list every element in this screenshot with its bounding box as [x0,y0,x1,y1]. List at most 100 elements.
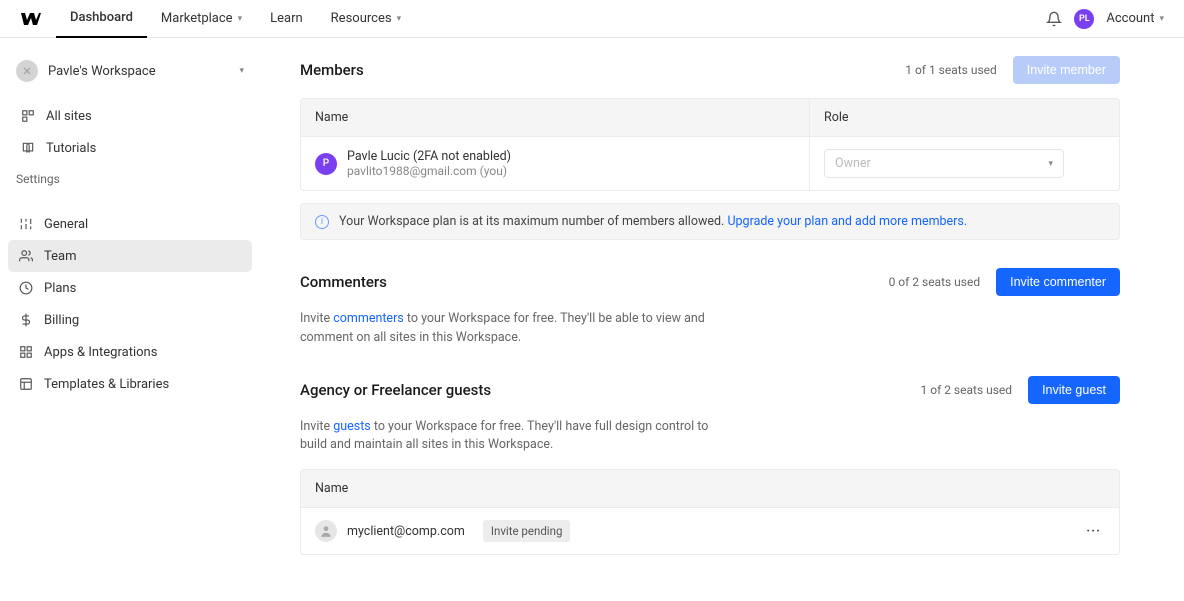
member-row: P Pavle Lucic (2FA not enabled) pavlito1… [301,137,1119,190]
sidebar-primary-group: All sites Tutorials [8,100,252,164]
notifications-icon[interactable] [1046,11,1062,27]
guests-header-right: 1 of 2 seats used Invite guest [921,376,1121,404]
guests-header: Agency or Freelancer guests 1 of 2 seats… [300,376,1120,404]
nav-label: Learn [270,11,303,26]
sidebar-item-label: All sites [46,109,92,124]
desc-pre: Invite [300,419,333,434]
commenters-seats: 0 of 2 seats used [889,275,981,289]
sidebar-item-apps[interactable]: Apps & Integrations [8,336,252,368]
members-title: Members [300,61,364,79]
member-text: Pavle Lucic (2FA not enabled) pavlito198… [347,149,511,178]
sidebar-item-billing[interactable]: Billing [8,304,252,336]
dollar-icon [18,312,34,328]
members-seats: 1 of 1 seats used [905,63,997,77]
nav-marketplace[interactable]: Marketplace▾ [147,0,256,38]
sliders-icon [18,216,34,232]
sidebar-item-label: General [44,217,88,232]
commenters-description: Invite commenters to your Workspace for … [300,310,730,348]
role-select[interactable]: Owner ▾ [824,149,1064,178]
sidebar-item-label: Apps & Integrations [44,345,157,360]
invite-status-chip: Invite pending [483,520,571,542]
dashboard-icon [20,108,36,124]
member-avatar: P [315,153,337,175]
account-menu[interactable]: Account ▾ [1106,11,1164,26]
topbar-left: Dashboard Marketplace▾ Learn Resources ▾ [20,0,415,38]
guest-avatar-icon [315,520,337,542]
chevron-down-icon: ▾ [1048,159,1053,169]
commenters-header: Commenters 0 of 2 seats used Invite comm… [300,268,1120,296]
sidebar-item-label: Billing [44,313,79,328]
guest-row: myclient@comp.com Invite pending ··· [301,508,1119,554]
member-you: (you) [480,164,507,178]
guest-row-actions[interactable]: ··· [1068,524,1119,539]
plan-limit-banner: i Your Workspace plan is at its maximum … [300,203,1120,240]
avatar-initials: PL [1079,14,1090,24]
invite-guest-button[interactable]: Invite guest [1028,376,1120,404]
nav-learn[interactable]: Learn [256,0,317,38]
guest-cell: myclient@comp.com Invite pending [301,508,1068,554]
member-name: Pavle Lucic [347,149,410,164]
sidebar-item-general[interactable]: General [8,208,252,240]
members-header: Members 1 of 1 seats used Invite member [300,56,1120,84]
sidebar: Pavle's Workspace ▾ All sites Tutorials … [0,38,260,601]
banner-text: Your Workspace plan is at its maximum nu… [339,214,967,229]
guests-table-head: Name [301,470,1119,508]
workspace-selector[interactable]: Pavle's Workspace ▾ [8,56,252,86]
guests-seats: 1 of 2 seats used [921,383,1013,397]
guests-link[interactable]: guests [333,419,371,434]
col-header-role: Role [809,99,1119,136]
nav-resources[interactable]: Resources ▾ [317,0,415,38]
col-header-name: Name [301,99,809,136]
main-content: Members 1 of 1 seats used Invite member … [260,38,1160,601]
sidebar-item-templates[interactable]: Templates & Libraries [8,368,252,400]
guests-title: Agency or Freelancer guests [300,381,491,399]
desc-pre: Invite [300,311,333,326]
users-icon [18,248,34,264]
sidebar-item-tutorials[interactable]: Tutorials [10,132,252,164]
sidebar-item-all-sites[interactable]: All sites [10,100,252,132]
commenters-section: Commenters 0 of 2 seats used Invite comm… [300,268,1120,348]
workspace-name: Pavle's Workspace [48,64,229,79]
sidebar-item-plans[interactable]: Plans [8,272,252,304]
member-name-cell: P Pavle Lucic (2FA not enabled) pavlito1… [301,137,809,190]
invite-member-button[interactable]: Invite member [1013,56,1120,84]
commenters-link[interactable]: commenters [333,311,404,326]
member-role-cell: Owner ▾ [809,137,1119,190]
book-icon [20,140,36,156]
chevron-down-icon: ▾ [238,14,243,24]
chevron-down-icon: ▾ [397,14,402,24]
member-tfa: (2FA not enabled) [413,149,511,164]
members-header-right: 1 of 1 seats used Invite member [905,56,1120,84]
invite-commenter-button[interactable]: Invite commenter [996,268,1120,296]
upgrade-plan-link[interactable]: Upgrade your plan and add more members. [727,214,967,229]
member-avatar-letter: P [323,158,329,169]
webflow-logo-icon[interactable] [20,8,42,30]
banner-message: Your Workspace plan is at its maximum nu… [339,214,724,229]
nav-label: Dashboard [70,10,133,25]
sidebar-settings-group: General Team Plans Billing Apps & Integr… [8,208,252,400]
guest-email: myclient@comp.com [347,524,465,539]
member-email-line: pavlito1988@gmail.com (you) [347,164,511,178]
chevron-down-icon: ▾ [1159,14,1164,24]
sidebar-item-label: Plans [44,281,76,296]
members-table-head: Name Role [301,99,1119,137]
sidebar-heading-settings: Settings [8,164,252,194]
sidebar-item-label: Tutorials [46,141,96,156]
user-avatar[interactable]: PL [1074,9,1094,29]
nav-label: Resources [331,11,392,26]
sidebar-item-label: Team [44,249,77,264]
members-table: Name Role P Pavle Lucic (2FA not enabled… [300,98,1120,191]
commenters-header-right: 0 of 2 seats used Invite commenter [889,268,1120,296]
topbar-right: PL Account ▾ [1046,9,1164,29]
gauge-icon [18,280,34,296]
chevron-down-icon: ▾ [239,66,244,76]
layout-icon [18,376,34,392]
guests-table: Name myclient@comp.com Invite pending ··… [300,469,1120,555]
member-name-line: Pavle Lucic (2FA not enabled) [347,149,511,164]
sidebar-item-team[interactable]: Team [8,240,252,272]
account-label: Account [1106,11,1154,26]
top-navbar: Dashboard Marketplace▾ Learn Resources▾ … [0,0,1184,38]
role-value: Owner [835,156,871,171]
guests-description: Invite guests to your Workspace for free… [300,418,730,456]
nav-dashboard[interactable]: Dashboard [56,0,147,38]
